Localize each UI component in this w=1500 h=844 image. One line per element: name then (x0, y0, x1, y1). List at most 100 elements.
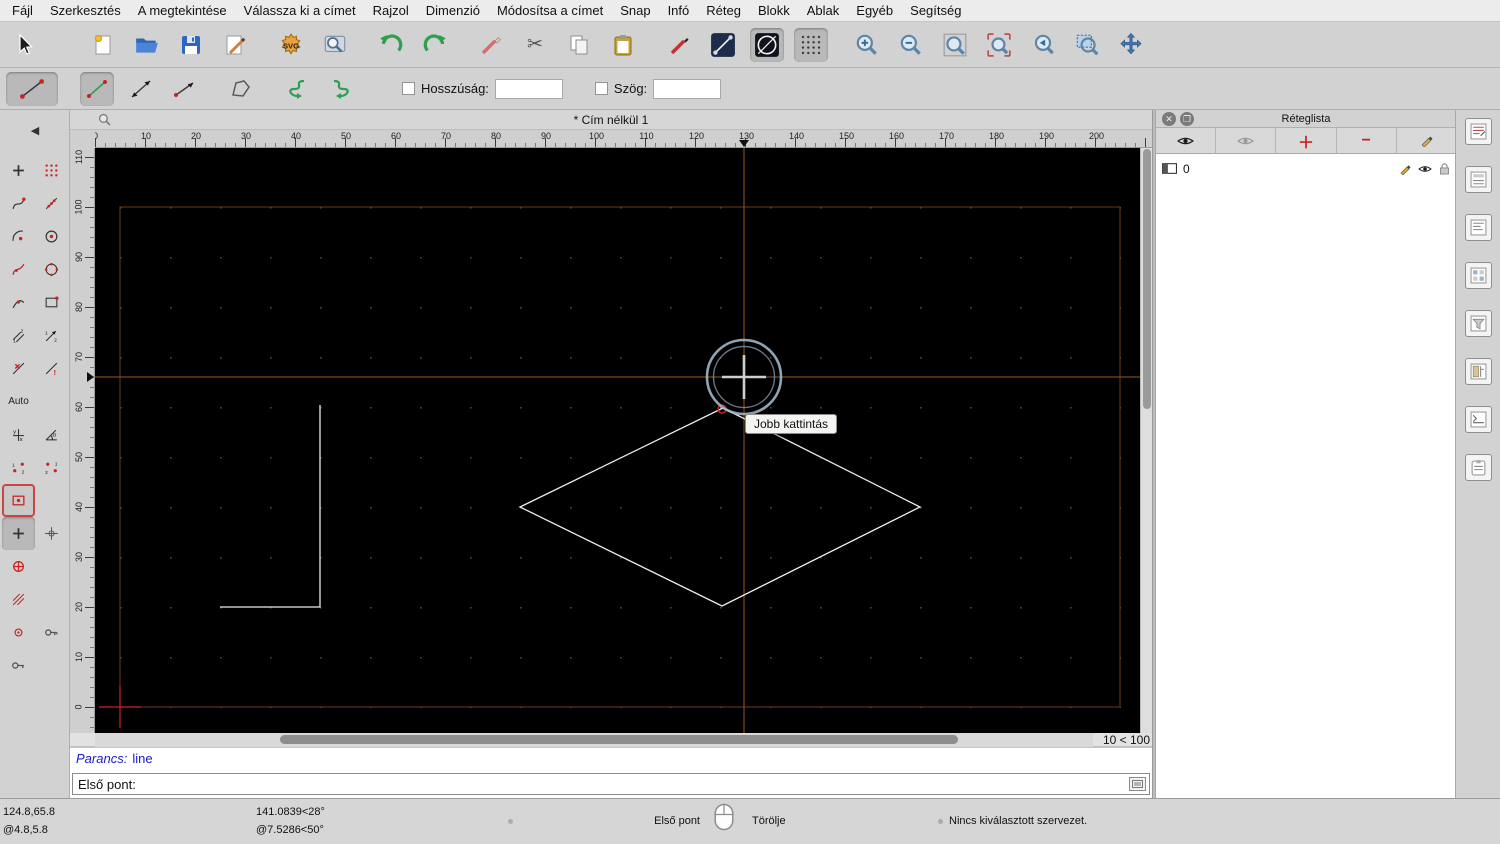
menu-item[interactable]: Válassza ki a címet (244, 3, 356, 18)
zoom-auto-icon[interactable] (982, 28, 1016, 62)
snap-perpendicular-icon[interactable] (2, 286, 35, 319)
snap-sequence-icon[interactable]: 12 (35, 319, 68, 352)
menu-item[interactable]: Módosítsa a címet (497, 3, 603, 18)
dock-quick-info-icon[interactable] (1465, 214, 1492, 241)
menu-item[interactable]: A megtekintése (138, 3, 227, 18)
redo-icon[interactable] (418, 28, 452, 62)
add-layer-icon[interactable]: ＋ (1276, 128, 1337, 153)
snap-free-icon[interactable] (2, 154, 35, 187)
pan-icon[interactable] (1114, 28, 1148, 62)
snap-on-entity-icon[interactable] (35, 187, 68, 220)
line-properties-icon[interactable] (706, 28, 740, 62)
dock-command-widget-icon[interactable] (1465, 406, 1492, 433)
zoom-extents-icon[interactable] (938, 28, 972, 62)
coordinate-cartesian-icon[interactable]: yx (2, 418, 35, 451)
menu-item[interactable]: Rajzol (373, 3, 409, 18)
line-horizontal-icon[interactable] (168, 72, 202, 106)
snap-middle-manual-icon[interactable] (2, 517, 35, 550)
edit-layer-icon[interactable] (1397, 128, 1456, 153)
relative-zero-tool-icon[interactable] (2, 484, 35, 517)
cut-pen-icon[interactable] (474, 28, 508, 62)
construction-lines-icon[interactable] (2, 583, 35, 616)
angle-checkbox[interactable] (594, 82, 608, 95)
panel-close-icon[interactable]: ✕ (1162, 112, 1176, 126)
snap-center-arc-icon[interactable] (2, 220, 35, 253)
scissors-icon[interactable]: ✂ (518, 28, 552, 62)
set-relative-zero-icon[interactable] (2, 550, 35, 583)
snap-grid-icon[interactable] (35, 154, 68, 187)
remove-layer-icon[interactable]: − (1337, 128, 1397, 153)
line-two-points-icon[interactable] (80, 71, 114, 106)
draw-pen-icon[interactable] (662, 28, 696, 62)
menu-item[interactable]: Egyéb (856, 3, 893, 18)
snap-middle-icon[interactable] (35, 253, 68, 286)
horizontal-scrollbar-thumb[interactable] (280, 735, 958, 744)
menu-item[interactable]: Fájl (12, 3, 33, 18)
export-svg-icon[interactable]: SVG (274, 28, 308, 62)
unlock-relative-zero-icon[interactable] (2, 649, 35, 682)
layer-visible-icon[interactable] (1418, 164, 1432, 174)
show-all-layers-icon[interactable] (1156, 128, 1217, 153)
menu-item[interactable]: Ablak (807, 3, 840, 18)
restrict-nothing-icon[interactable] (2, 352, 35, 385)
length-input[interactable] (494, 78, 563, 99)
relative-zero-marker-icon[interactable] (2, 616, 35, 649)
snap-tangent-icon[interactable] (2, 253, 35, 286)
palette-collapse-button[interactable]: ◀ (18, 122, 52, 139)
dock-library-browser-icon[interactable] (1465, 358, 1492, 385)
line-angle-icon[interactable] (124, 72, 158, 106)
dock-entity-filter-icon[interactable] (1465, 166, 1492, 193)
menu-item[interactable]: Snap (620, 3, 650, 18)
menu-item[interactable]: Szerkesztés (50, 3, 121, 18)
paste-icon[interactable] (606, 28, 640, 62)
menu-item[interactable]: Dimenzió (426, 3, 480, 18)
length-checkbox[interactable] (402, 82, 415, 95)
snap-dist-point-2-icon[interactable]: 21 (35, 451, 68, 484)
save-icon[interactable] (174, 28, 208, 62)
snap-rect-corner-icon[interactable] (35, 286, 68, 319)
vertical-scrollbar[interactable] (1140, 148, 1152, 733)
polyline-icon[interactable] (224, 72, 258, 106)
dock-block-list-icon[interactable] (1465, 262, 1492, 289)
coordinate-polar-icon[interactable]: α (35, 418, 68, 451)
copy-icon[interactable] (562, 28, 596, 62)
snap-dist-point-1-icon[interactable]: 12 (2, 451, 35, 484)
line-tool-current-icon[interactable] (6, 71, 58, 106)
layer-edit-icon[interactable] (1399, 163, 1411, 175)
select-cursor-icon[interactable] (8, 28, 42, 62)
dock-clipboard-icon[interactable] (1465, 454, 1492, 481)
snap-distance-lines-icon[interactable]: 21 (2, 319, 35, 352)
layer-lock-icon[interactable] (1439, 162, 1450, 175)
new-document-icon[interactable] (86, 28, 120, 62)
ellipse-tool-icon[interactable] (750, 27, 784, 62)
edit-document-icon[interactable] (218, 28, 252, 62)
print-preview-icon[interactable] (318, 28, 352, 62)
crosshair-toggle-icon[interactable] (35, 517, 68, 550)
restrict-orthogonal-icon[interactable]: ! (35, 352, 68, 385)
open-file-icon[interactable] (130, 28, 164, 62)
zoom-out-icon[interactable] (894, 28, 928, 62)
command-keyboard-button[interactable] (1129, 777, 1146, 791)
hide-all-layers-icon[interactable] (1216, 128, 1277, 153)
lock-relative-zero-icon[interactable] (35, 616, 68, 649)
snap-auto-button[interactable]: Auto (2, 385, 35, 418)
menu-item[interactable]: Réteg (706, 3, 741, 18)
dock-layer-list-icon[interactable] (1465, 118, 1492, 145)
undo-icon[interactable] (374, 28, 408, 62)
dock-filter-icon[interactable] (1465, 310, 1492, 337)
grid-toggle-icon[interactable] (794, 27, 828, 62)
menu-item[interactable]: Blokk (758, 3, 790, 18)
menu-item[interactable]: Infó (668, 3, 690, 18)
snap-endpoint-icon[interactable] (2, 187, 35, 220)
zoom-window-icon[interactable] (1070, 28, 1104, 62)
redo-sequence-icon[interactable] (324, 72, 358, 106)
command-input[interactable]: Első pont: (72, 773, 1150, 795)
snap-center-icon[interactable] (35, 220, 68, 253)
zoom-previous-icon[interactable] (1026, 28, 1060, 62)
vertical-scrollbar-thumb[interactable] (1142, 149, 1151, 409)
zoom-in-icon[interactable] (850, 28, 884, 62)
horizontal-scrollbar[interactable] (95, 733, 1093, 747)
panel-float-icon[interactable]: ❐ (1180, 112, 1194, 126)
undo-sequence-icon[interactable] (280, 72, 314, 106)
angle-input[interactable] (653, 78, 722, 99)
